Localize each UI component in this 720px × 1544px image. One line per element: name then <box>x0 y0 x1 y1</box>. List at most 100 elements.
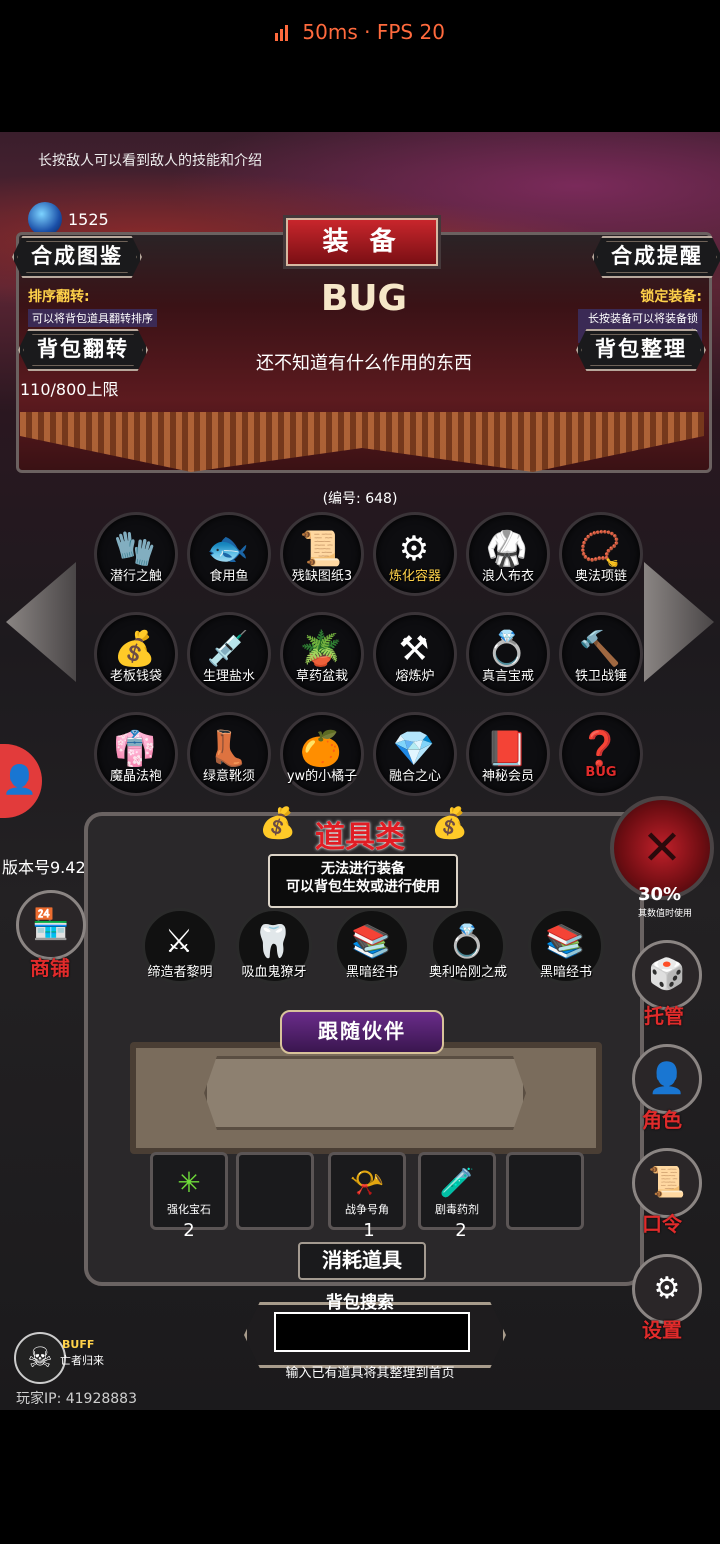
consumables-title: 消耗道具 <box>298 1242 426 1280</box>
item-slot[interactable]: 🍊 yw的小橘子 <box>280 712 364 796</box>
item-slot[interactable]: 🐟 食用鱼 <box>187 512 271 596</box>
item-label: BUG <box>585 765 617 780</box>
consumable-slot[interactable] <box>236 1152 314 1230</box>
item-slot[interactable]: 💎 融合之心 <box>373 712 457 796</box>
item-label: 浪人布衣 <box>481 569 534 584</box>
follower-title: 跟随伙伴 <box>280 1010 444 1054</box>
consumable-slot[interactable]: 🧪 剧毒药剂 <box>418 1152 496 1230</box>
search-label: 背包搜索 <box>326 1293 394 1313</box>
tool-label: 奥利哈刚之戒 <box>428 965 507 980</box>
tool-slot[interactable]: 💍 奥利哈刚之戒 <box>429 908 507 984</box>
dice-icon: 🎲 <box>648 957 686 992</box>
skull-icon: ☠ <box>14 1332 66 1384</box>
item-label: yw的小橘子 <box>286 769 358 784</box>
item-slot[interactable]: 🪴 草药盆栽 <box>280 612 364 696</box>
percent-sub: 其数值时使用 <box>638 909 693 919</box>
item-label: 残缺图纸3 <box>291 569 353 584</box>
item-slot[interactable]: 👘 魔晶法袍 <box>94 712 178 796</box>
bag-tidy-button[interactable]: 背包整理 <box>576 329 706 371</box>
close-icon: ✕ <box>641 820 683 876</box>
item-slot[interactable]: 💍 真言宝戒 <box>466 612 550 696</box>
scroll-icon: 📜 <box>648 1165 686 1200</box>
signal-icon <box>275 22 290 46</box>
item-label: 融合之心 <box>388 769 441 784</box>
horn-icon: 📯 <box>349 1166 385 1199</box>
consumable-slot[interactable] <box>506 1152 584 1230</box>
hooded-figure-icon: 👤 <box>648 1061 686 1096</box>
tool-desc-line2: 可以背包生效或进行使用 <box>286 879 440 895</box>
role-label: 角色 <box>642 1108 682 1132</box>
search-hint: 输入已有道具将其整理到首页 <box>285 1366 455 1381</box>
tool-slot[interactable]: 📚 黑暗经书 <box>528 908 604 984</box>
consumable-slot[interactable]: 📯 战争号角 <box>328 1152 406 1230</box>
item-slot[interactable]: 💰 老板钱袋 <box>94 612 178 696</box>
fang-icon: 🦷 <box>253 922 293 960</box>
item-label: 神秘会员 <box>481 769 534 784</box>
code-label: 口令 <box>642 1212 682 1236</box>
gem-count: 1525 <box>68 209 109 229</box>
book-stack-icon: 📚 <box>545 922 585 960</box>
item-slot[interactable]: 👢 绿意靴须 <box>187 712 271 796</box>
tool-category-title: 道具类 <box>315 820 405 855</box>
tool-label: 吸血鬼獠牙 <box>241 965 307 980</box>
tool-desc-line1: 无法进行装备 <box>321 861 405 877</box>
item-slot[interactable]: 📜 残缺图纸3 <box>280 512 364 596</box>
selected-item-desc: 还不知道有什么作用的东西 <box>256 353 472 374</box>
follower-slot[interactable] <box>204 1056 526 1130</box>
sort-title: 排序翻转: <box>28 289 90 305</box>
item-slot[interactable]: 💉 生理盐水 <box>187 612 271 696</box>
item-label: 食用鱼 <box>209 569 249 584</box>
item-label: 绿意靴须 <box>202 769 255 784</box>
gem-icon: ✳ <box>177 1166 201 1199</box>
consumable-count: 2 <box>183 1220 195 1241</box>
item-label: 魔晶法袍 <box>109 769 162 784</box>
poison-potion-icon: 🧪 <box>439 1166 475 1199</box>
hint-text: 长按敌人可以看到敌人的技能和介绍 <box>38 153 262 169</box>
consumable-slot[interactable]: ✳ 强化宝石 <box>150 1152 228 1230</box>
item-slot[interactable]: 📕 神秘会员 <box>466 712 550 796</box>
bag-search-input[interactable] <box>274 1312 470 1352</box>
item-slot[interactable]: 📿 奥法项链 <box>559 512 643 596</box>
item-label: 熔炼炉 <box>395 669 435 684</box>
game-area: 长按敌人可以看到敌人的技能和介绍 1525 装 备 合成图鉴 合成提醒 排序翻转… <box>0 132 720 1410</box>
shop-button[interactable]: 🏪 <box>16 890 86 960</box>
item-label: 炼化容器 <box>388 569 441 584</box>
book-stack-icon: 📚 <box>351 922 391 960</box>
item-serial: (编号: 648) <box>322 491 398 507</box>
item-slot[interactable]: ⚙ 炼化容器 <box>373 512 457 596</box>
buff-indicator[interactable]: ☠ BUFF 亡者归来 <box>14 1332 104 1384</box>
consumable-count: 2 <box>455 1220 467 1241</box>
item-slot[interactable]: ❓ BUG <box>559 712 643 796</box>
synthesis-guide-button[interactable]: 合成图鉴 <box>12 236 142 278</box>
version-text: 版本号9.42 <box>2 858 86 877</box>
item-label: 铁卫战锤 <box>574 669 627 684</box>
equipment-title: 装 备 <box>286 218 438 266</box>
item-slot[interactable]: 🔨 铁卫战锤 <box>559 612 643 696</box>
consumable-label: 战争号角 <box>345 1203 389 1216</box>
bag-capacity: 110/800上限 <box>20 380 119 399</box>
item-slot[interactable]: 🥋 浪人布衣 <box>466 512 550 596</box>
shop-label: 商铺 <box>30 956 70 980</box>
tool-slot[interactable]: 🦷 吸血鬼獠牙 <box>236 908 312 984</box>
sort-desc: 可以将背包道具翻转排序 <box>28 309 157 327</box>
tool-slot[interactable]: ⚔ 缔造者黎明 <box>142 908 218 984</box>
player-ip: 玩家IP: 41928883 <box>16 1391 137 1407</box>
item-label: 草药盆栽 <box>295 669 348 684</box>
user-profile-button[interactable]: 👤 <box>0 744 42 818</box>
bag-flip-button[interactable]: 背包翻转 <box>18 329 148 371</box>
item-slot[interactable]: 🧤 潜行之触 <box>94 512 178 596</box>
status-separator: · <box>364 20 371 44</box>
prev-page-arrow[interactable] <box>6 562 76 682</box>
consumable-count: 1 <box>363 1220 375 1241</box>
item-label: 奥法项链 <box>574 569 627 584</box>
synthesis-reminder-button[interactable]: 合成提醒 <box>592 236 720 278</box>
right-sack-icon: 💰 <box>431 806 469 841</box>
item-slot[interactable]: ⚒ 熔炼炉 <box>373 612 457 696</box>
network-status: 50ms · FPS 20 <box>0 20 720 46</box>
tool-label: 黑暗经书 <box>539 965 592 980</box>
next-page-arrow[interactable] <box>644 562 714 682</box>
user-icon: 👤 <box>2 763 37 796</box>
selected-item-name: BUG <box>320 278 408 319</box>
gem-counter: 1525 <box>22 202 109 236</box>
tool-slot[interactable]: 📚 黑暗经书 <box>334 908 410 984</box>
